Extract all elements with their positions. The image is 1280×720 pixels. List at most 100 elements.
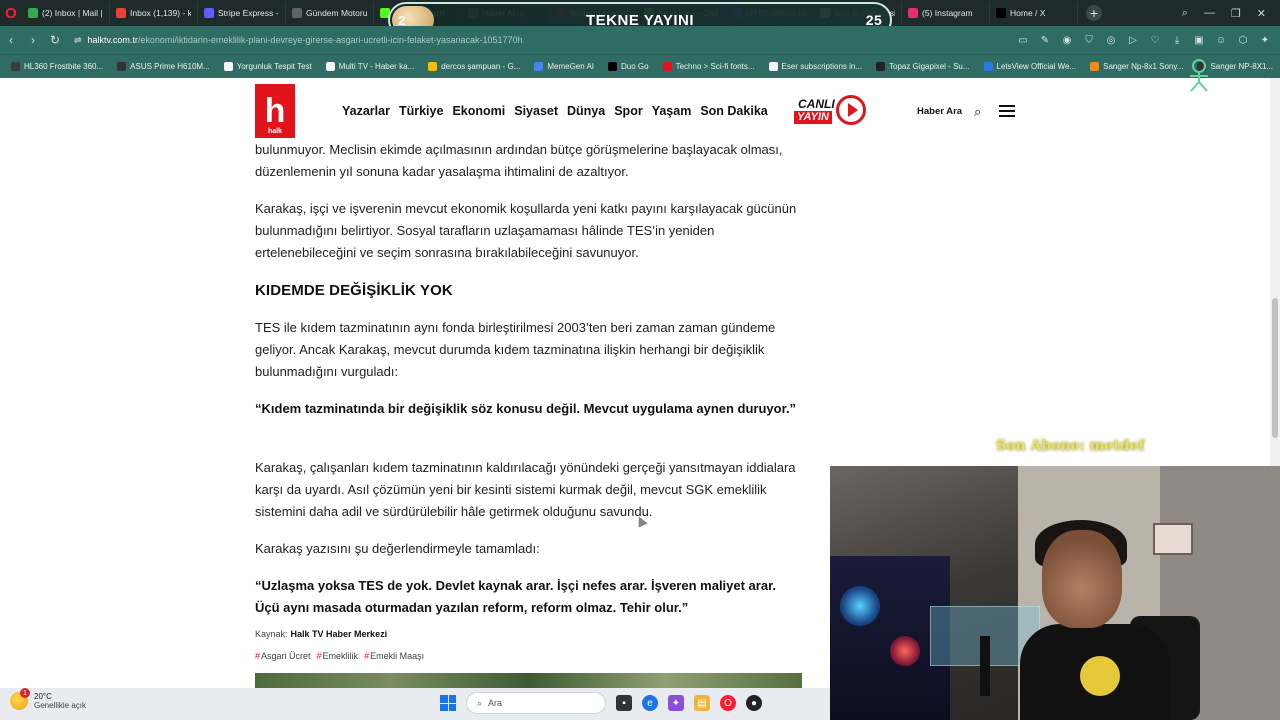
live-broadcast-button[interactable]: CANLI YAYIN: [792, 95, 868, 129]
hamburger-menu-icon[interactable]: [999, 105, 1015, 117]
nav-item[interactable]: Spor: [614, 104, 642, 118]
tab-favicon-icon: [292, 8, 302, 18]
bookmark-favicon-icon: [983, 62, 993, 71]
bookmark-favicon-icon: [534, 62, 544, 71]
webcam-feed: [830, 466, 1280, 720]
search-icon: ⌕: [477, 697, 483, 708]
tab-favicon-icon: [204, 8, 214, 18]
browser-tab[interactable]: Stripe Express - Log: [198, 2, 286, 24]
wallet-icon[interactable]: ▣: [1192, 29, 1206, 51]
tag-link[interactable]: #Emekli Maaşı: [364, 651, 424, 661]
address-bar-tools: ▭ ✎ ◉ ⛉ ◎ ▷ ♡ ⤓ ▣ ☺ ⬡ ✦: [1016, 29, 1272, 51]
minimize-icon[interactable]: —: [1204, 7, 1215, 19]
browser-tab[interactable]: Gündem Motoru: [286, 2, 374, 24]
live-label-top: CANLI: [798, 97, 835, 111]
article-paragraph: bulunmuyor. Meclisin ekimde açılmasının …: [255, 142, 783, 179]
heart-icon[interactable]: ♡: [1148, 29, 1162, 51]
browser-tab[interactable]: Inbox (1,139) - kick: [110, 2, 198, 24]
site-info-icon[interactable]: ⇌: [74, 35, 82, 46]
shield-icon[interactable]: ⛉: [1082, 29, 1096, 51]
tag-label: Emeklilik: [322, 651, 359, 661]
obs-icon[interactable]: ●: [746, 695, 762, 711]
copilot-icon[interactable]: ✦: [668, 695, 684, 711]
bookmark-item[interactable]: HL360 Frostbite 360...: [6, 62, 108, 71]
nav-item[interactable]: Dünya: [567, 104, 605, 118]
article-image: [255, 673, 802, 688]
tag-label: Emekli Maaşı: [370, 651, 425, 661]
tab-label: (2) Inbox | Mail | SO: [42, 8, 103, 18]
opera-icon[interactable]: O: [720, 695, 736, 711]
tag-link[interactable]: #Emeklilik: [317, 651, 359, 661]
windows-taskbar: 1 20°C Genellikle açık ⌕ Ara ▪ e ✦ ▤ O ●: [0, 688, 830, 720]
tag-list: #Asgari Ücret #Emeklilik #Emekli Maaşı: [255, 651, 424, 661]
bookmark-label: MemeGen AI: [547, 62, 595, 71]
bookmark-item[interactable]: Yorgunluk Tespit Test: [219, 62, 317, 71]
browser-tab[interactable]: (5) Instagram: [902, 2, 990, 24]
bookmark-item[interactable]: Techno > Sci-fi fonts...: [658, 62, 760, 71]
bookmark-item[interactable]: Eser subscriptions in...: [764, 62, 867, 71]
taskbar-search[interactable]: ⌕ Ara: [466, 692, 606, 714]
edit-icon[interactable]: ✎: [1038, 29, 1052, 51]
mascot-icon: [1190, 59, 1208, 92]
bookmark-favicon-icon: [428, 62, 438, 71]
bookmark-favicon-icon: [325, 62, 335, 71]
section-heading: KIDEMDE DEĞİŞİKLİK YOK: [255, 282, 453, 299]
extensions-icon[interactable]: ⬡: [1236, 29, 1250, 51]
nav-item[interactable]: Ekonomi: [452, 104, 505, 118]
profile-icon[interactable]: ☺: [1214, 29, 1228, 51]
browser-tab[interactable]: Home / X: [990, 2, 1078, 24]
bookmark-item[interactable]: LetsView Official We...: [979, 62, 1082, 71]
nav-item[interactable]: Siyaset: [514, 104, 558, 118]
ai-icon[interactable]: ✦: [1258, 29, 1272, 51]
nav-item[interactable]: Son Dakika: [700, 104, 767, 118]
search-label[interactable]: Haber Ara: [917, 106, 962, 117]
bookmarks-bar: HL360 Frostbite 360... ASUS Prime H610M..…: [0, 54, 1280, 78]
edge-icon[interactable]: e: [642, 695, 658, 711]
weather-widget[interactable]: 1 20°C Genellikle açık: [10, 688, 87, 710]
scrollbar-thumb[interactable]: [1272, 298, 1278, 438]
halk-tv-logo[interactable]: h halk: [255, 84, 295, 138]
tracker-icon[interactable]: ◎: [1104, 29, 1118, 51]
url-field[interactable]: ⇌ halktv.com.tr/ekonomi/iktidarin-emekli…: [74, 29, 974, 51]
forward-icon[interactable]: ›: [22, 29, 44, 51]
file-explorer-icon[interactable]: ▤: [694, 695, 710, 711]
download-icon[interactable]: ⤓: [1170, 29, 1184, 51]
play-icon[interactable]: ▷: [1126, 29, 1140, 51]
new-tab-button[interactable]: +: [1086, 5, 1102, 21]
bookmark-label: LetsView Official We...: [996, 62, 1077, 71]
bookmark-item[interactable]: Multi TV - Haber ka...: [321, 62, 419, 71]
camera-icon[interactable]: ◉: [1060, 29, 1074, 51]
reader-icon[interactable]: ▭: [1016, 29, 1030, 51]
browser-tab[interactable]: (2) Inbox | Mail | SO: [22, 2, 110, 24]
source-value[interactable]: Halk TV Haber Merkezi: [291, 629, 388, 639]
task-view-icon[interactable]: ▪: [616, 695, 632, 711]
live-label-bottom: YAYIN: [794, 111, 832, 124]
address-bar-row: ‹ › ↻ ⇌ halktv.com.tr/ekonomi/iktidarin-…: [0, 26, 1280, 54]
start-icon[interactable]: [440, 695, 456, 711]
weather-desc: Genellikle açık: [34, 701, 87, 710]
opera-logo-icon[interactable]: O: [0, 0, 22, 26]
bookmark-item[interactable]: dercos şampuan - G...: [423, 62, 525, 71]
bookmark-item[interactable]: MemeGen AI: [529, 62, 599, 71]
bookmark-label: Sanger Np-8x1 Sony...: [1103, 62, 1184, 71]
bookmark-item[interactable]: Duo Go: [603, 62, 654, 71]
search-tabs-icon[interactable]: ⌕: [1182, 7, 1188, 20]
url-host: halktv.com.tr: [87, 35, 138, 45]
nav-item[interactable]: Türkiye: [399, 104, 443, 118]
tab-favicon-icon: [908, 8, 918, 18]
nav-item[interactable]: Yaşam: [652, 104, 692, 118]
nav-item[interactable]: Yazarlar: [342, 104, 390, 118]
bookmark-item[interactable]: ASUS Prime H610M...: [112, 62, 215, 71]
bookmark-label: Topaz Gigapixel - Su...: [889, 62, 970, 71]
bookmark-item[interactable]: Sanger Np-8x1 Sony...: [1085, 62, 1188, 71]
back-icon[interactable]: ‹: [0, 29, 22, 51]
bookmark-label: dercos şampuan - G...: [441, 62, 521, 71]
close-icon[interactable]: ✕: [1257, 7, 1266, 20]
maximize-icon[interactable]: ❐: [1231, 7, 1241, 20]
search-icon[interactable]: ⌕: [974, 104, 981, 120]
bookmark-item[interactable]: Topaz Gigapixel - Su...: [871, 62, 974, 71]
article-paragraph: Karakaş yazısını şu değerlendirmeyle tam…: [255, 541, 540, 556]
reload-icon[interactable]: ↻: [44, 29, 66, 51]
tag-link[interactable]: #Asgari Ücret: [255, 651, 311, 661]
taskbar-apps: ⌕ Ara ▪ e ✦ ▤ O ●: [440, 692, 762, 714]
